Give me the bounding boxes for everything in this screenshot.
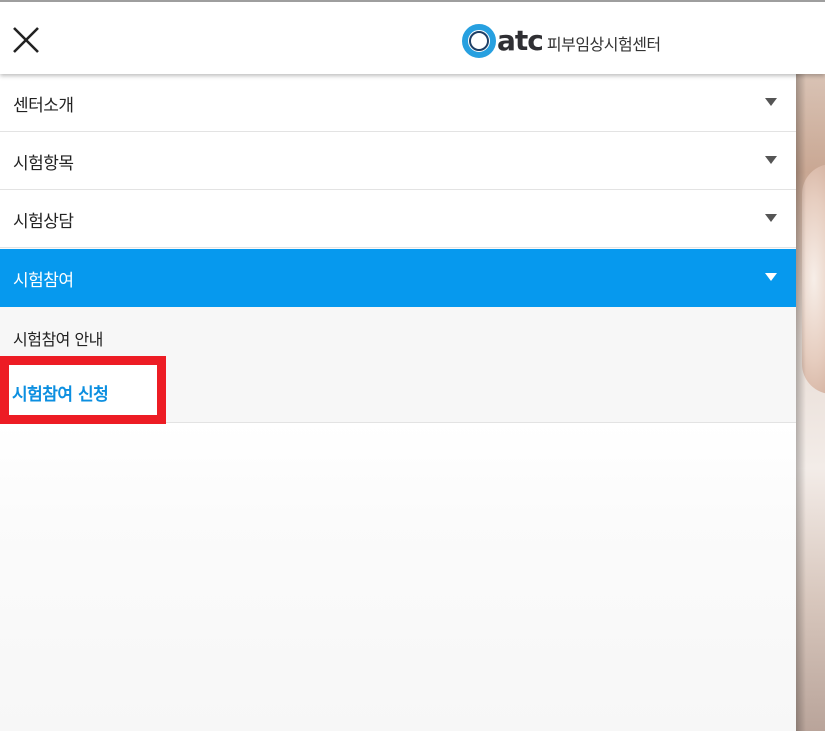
menu-item-test-consult[interactable]: 시험상담 <box>0 190 796 248</box>
menu-item-label: 시험참여 <box>13 271 74 291</box>
top-header: atc 피부임상시험센터 <box>0 0 825 74</box>
logo-wordmark: atc <box>497 24 544 57</box>
chevron-down-icon <box>765 214 777 222</box>
close-menu-button[interactable] <box>8 22 44 58</box>
logo-ring-icon <box>462 24 496 58</box>
site-logo[interactable]: atc 피부임상시험센터 <box>462 24 661 58</box>
chevron-down-icon <box>765 156 777 164</box>
logo-brand-name: 피부임상시험센터 <box>546 35 661 54</box>
nav-menu-panel: 센터소개 시험항목 시험상담 시험참여 시험참여 안내 <box>0 74 796 731</box>
chevron-down-icon <box>765 98 777 106</box>
menu-item-label: 시험항목 <box>13 154 74 174</box>
submenu-participation: 시험참여 안내 <box>0 307 796 423</box>
chevron-down-icon <box>765 273 777 281</box>
submenu-item-participation-apply[interactable]: 시험참여 신청 <box>12 380 109 405</box>
menu-item-test-participation[interactable]: 시험참여 <box>0 249 796 307</box>
menu-item-test-items[interactable]: 시험항목 <box>0 132 796 190</box>
panel-shadow <box>796 74 806 731</box>
submenu-item-participation-guide[interactable]: 시험참여 안내 <box>13 326 103 350</box>
menu-empty-area <box>0 423 796 731</box>
menu-item-label: 센터소개 <box>13 96 74 116</box>
menu-item-center-intro[interactable]: 센터소개 <box>0 74 796 132</box>
menu-item-label: 시험상담 <box>13 212 74 232</box>
close-icon <box>13 27 39 53</box>
background-hero <box>796 74 825 731</box>
